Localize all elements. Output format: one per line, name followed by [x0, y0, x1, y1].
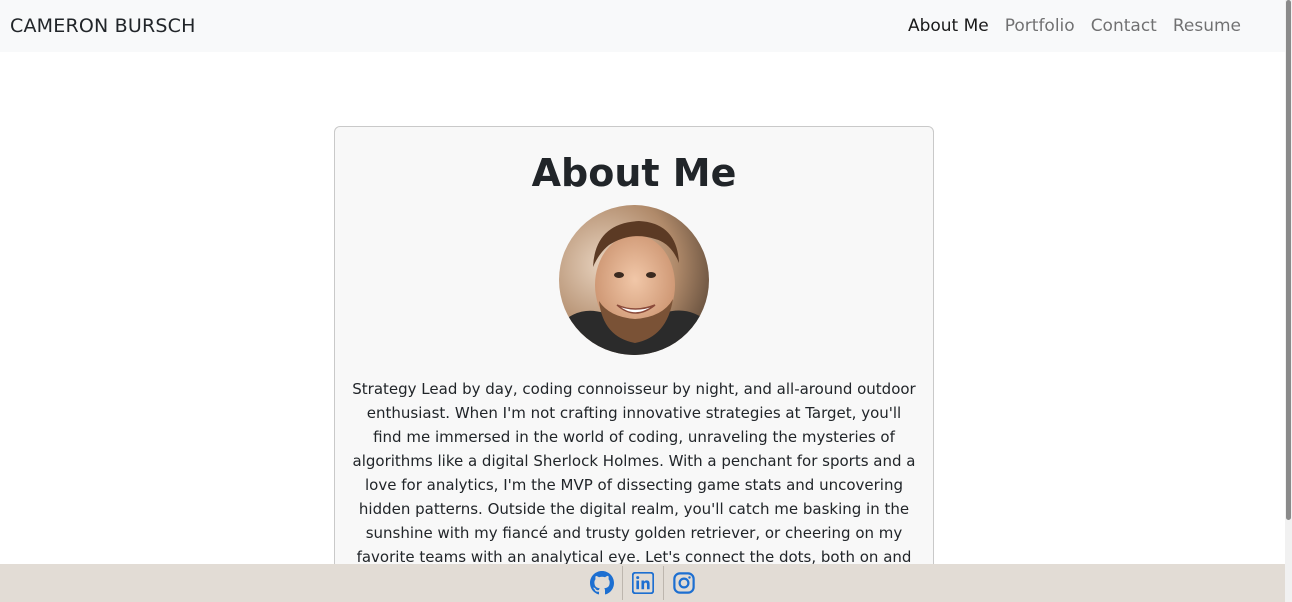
nav-links: About Me Portfolio Contact Resume: [900, 16, 1249, 36]
scrollbar[interactable]: [1285, 0, 1292, 602]
nav-link-resume[interactable]: Resume: [1165, 16, 1249, 36]
github-link[interactable]: [582, 564, 622, 602]
instagram-icon: [672, 572, 695, 594]
avatar: [559, 205, 709, 355]
linkedin-icon: [631, 572, 654, 594]
linkedin-link[interactable]: [623, 564, 663, 602]
instagram-link[interactable]: [664, 564, 704, 602]
about-card: About Me Strategy Lead by day, coding co…: [334, 126, 934, 602]
avatar-photo: [559, 205, 709, 355]
nav-link-about-me[interactable]: About Me: [900, 16, 997, 36]
footer: [0, 564, 1285, 602]
navbar: CAMERON BURSCH About Me Portfolio Contac…: [0, 0, 1285, 52]
scrollbar-thumb[interactable]: [1286, 0, 1291, 520]
page-title: About Me: [531, 151, 737, 195]
brand-name[interactable]: CAMERON BURSCH: [10, 15, 196, 37]
nav-link-contact[interactable]: Contact: [1083, 16, 1165, 36]
nav-link-portfolio[interactable]: Portfolio: [997, 16, 1083, 36]
github-icon: [589, 571, 614, 595]
bio-text: Strategy Lead by day, coding connoisseur…: [352, 380, 916, 590]
